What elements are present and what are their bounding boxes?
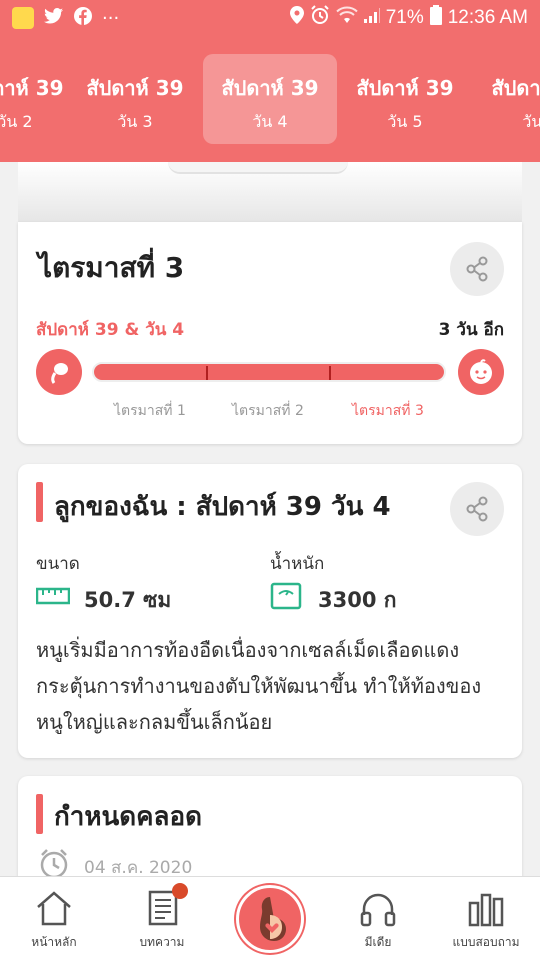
current-week-day: สัปดาห์ 39 & วัน 4 [36, 320, 185, 340]
baby-card-title: ลูกของฉัน : สัปดาห์ 39 วัน 4 [54, 492, 391, 522]
trimester-3-label: ไตรมาสที่ 3 [352, 403, 424, 419]
tab-day-label: วัน 3 [117, 112, 153, 131]
tab-week39-day6[interactable]: สัปดาห์ 39 วัน 6 [473, 54, 540, 144]
tab-day-label: วัน 6 [522, 112, 540, 131]
tab-week39-day4[interactable]: สัปดาห์ 39 วัน 4 [203, 54, 337, 144]
conception-start-icon [36, 349, 82, 395]
nav-articles[interactable]: บทความ [108, 877, 216, 960]
due-date-card: กำหนดคลอด 04 ส.ค. 2020 [18, 776, 522, 886]
weight-value: 3300 ก [318, 588, 397, 612]
headphones-icon [360, 893, 396, 927]
trimester-card: ไตรมาสที่ 3 สัปดาห์ 39 & วัน 4 3 วัน อีก… [18, 222, 522, 444]
battery-percent: 71% [385, 7, 424, 28]
status-bar: ··· 71% 12:36 AM [0, 0, 540, 36]
twitter-icon [44, 7, 64, 30]
trimester-title: ไตรมาสที่ 3 [38, 251, 185, 284]
alarm-icon [310, 5, 330, 31]
nav-survey-label: แบบสอบถาม [452, 935, 520, 949]
tab-week-label: สัปดาห์ 39 [86, 76, 184, 100]
pregnancy-icon [260, 897, 286, 941]
clock-time: 12:36 AM [447, 7, 528, 28]
tab-week39-day3[interactable]: สัปดาห์ 39 วัน 3 [68, 54, 202, 144]
baby-image-card [18, 162, 522, 222]
due-date-title: กำหนดคลอด [54, 802, 202, 832]
trimester-1-label: ไตรมาสที่ 1 [114, 403, 186, 419]
survey-icon [468, 893, 504, 927]
share-icon [466, 496, 488, 522]
wifi-icon [335, 6, 358, 30]
tab-day-label: วัน 5 [387, 112, 423, 131]
nav-home-label: หน้าหลัก [31, 935, 77, 949]
trimester-divider [206, 366, 208, 380]
app-notification-icon [12, 7, 34, 29]
section-accent-bar [36, 794, 43, 834]
notification-badge [172, 883, 188, 899]
days-remaining: 3 วัน อีก [438, 320, 504, 340]
nav-pregnancy-center-button[interactable] [236, 885, 304, 953]
nav-articles-label: บทความ [139, 935, 185, 949]
tab-week-label: สัปดาห์ 39 [221, 76, 319, 100]
battery-icon [429, 5, 442, 31]
facebook-icon [74, 6, 92, 30]
share-icon [466, 256, 488, 282]
weight-label: น้ำหนัก [270, 554, 325, 574]
more-notifications-indicator: ··· [102, 7, 120, 29]
baby-development-description: หนูเริ่มมีอาการท้องอืดเนื่องจากเซลล์เม็ด… [36, 638, 482, 734]
trimester-divider [329, 366, 331, 380]
pregnancy-progress-bar [92, 362, 446, 382]
section-accent-bar [36, 482, 43, 522]
share-button[interactable] [450, 242, 504, 296]
size-value: 50.7 ซม [84, 588, 172, 612]
trimester-2-label: ไตรมาสที่ 2 [232, 403, 304, 419]
scale-icon [270, 582, 302, 610]
share-button[interactable] [450, 482, 504, 536]
tab-week-label: สัปดาห์ 39 [491, 76, 540, 100]
tab-week-label: สัปดาห์ 39 [356, 76, 454, 100]
location-icon [289, 6, 304, 30]
bottom-navigation: หน้าหลัก บทความ มีเดีย แบบสอบถาม [0, 876, 540, 960]
week-day-tabs: สัปดาห์ 39 วัน 2 สัปดาห์ 39 วัน 3 สัปดาห… [0, 36, 540, 162]
ruler-icon [36, 587, 70, 605]
baby-image [168, 162, 348, 174]
tab-week39-day5[interactable]: สัปดาห์ 39 วัน 5 [338, 54, 472, 144]
home-icon [37, 891, 71, 926]
nav-media-label: มีเดีย [364, 935, 392, 949]
nav-home[interactable]: หน้าหลัก [0, 877, 108, 960]
baby-info-card: ลูกของฉัน : สัปดาห์ 39 วัน 4 ขนาด 50.7 ซ… [18, 464, 522, 758]
nav-media[interactable]: มีเดีย [324, 877, 432, 960]
baby-face-icon [458, 349, 504, 395]
nav-survey[interactable]: แบบสอบถาม [432, 877, 540, 960]
size-label: ขนาด [36, 554, 80, 574]
signal-icon [363, 7, 380, 29]
tab-day-label: วัน 4 [252, 112, 288, 131]
